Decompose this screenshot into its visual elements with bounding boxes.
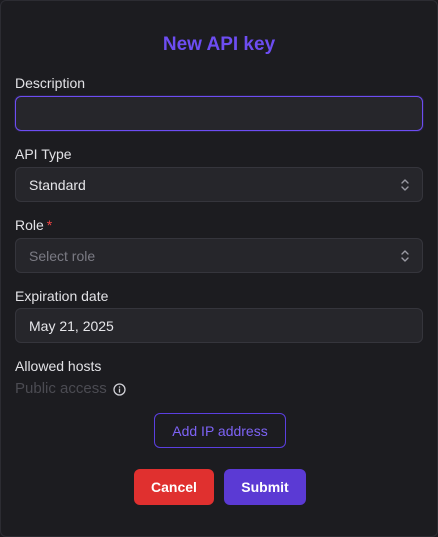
role-select[interactable]: Select role (15, 238, 423, 273)
api-type-label: API Type (15, 146, 72, 162)
role-label: Role * (15, 217, 52, 233)
expiration-date-value: May 21, 2025 (29, 317, 114, 334)
api-type-selected-value: Standard (29, 176, 86, 193)
description-field-wrapper (15, 96, 423, 131)
chevron-up-down-icon (401, 178, 409, 191)
expiration-date-field[interactable]: May 21, 2025 (15, 308, 423, 343)
required-marker: * (46, 217, 53, 233)
description-label: Description (15, 75, 86, 91)
api-type-select[interactable]: Standard (15, 167, 423, 202)
description-input[interactable] (16, 97, 422, 130)
new-api-key-dialog: New API key Description API Type Standar… (0, 0, 438, 537)
add-ip-address-button[interactable]: Add IP address (154, 413, 286, 448)
public-access-text: Public access (15, 380, 107, 397)
info-icon[interactable] (113, 382, 126, 396)
cancel-button[interactable]: Cancel (134, 469, 214, 505)
role-label-text: Role (15, 217, 44, 233)
role-placeholder: Select role (29, 247, 96, 264)
chevron-up-down-icon (401, 249, 409, 262)
submit-button[interactable]: Submit (224, 469, 306, 505)
allowed-hosts-label: Allowed hosts (15, 358, 102, 374)
expiration-date-label: Expiration date (15, 288, 109, 304)
dialog-title: New API key (162, 34, 276, 55)
public-access-status: Public access (15, 380, 126, 398)
